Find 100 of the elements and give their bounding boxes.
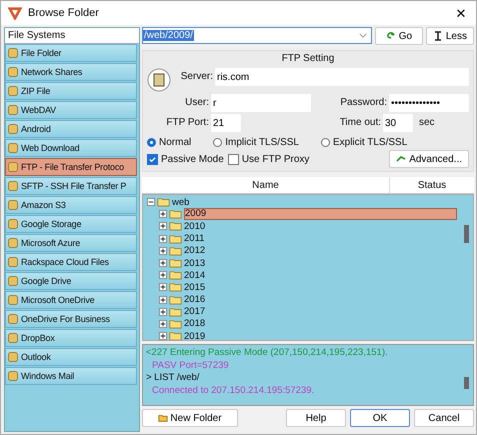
sidebar-item[interactable]: OneDrive For Business xyxy=(5,310,137,328)
tree-item[interactable]: 2013 xyxy=(143,256,457,270)
service-icon xyxy=(7,199,19,211)
field-label: Password: xyxy=(339,96,387,108)
new-folder-button[interactable]: New Folder xyxy=(142,409,238,427)
port-field[interactable]: 21 xyxy=(211,114,241,132)
option-checkbox[interactable]: Passive Mode xyxy=(147,154,224,164)
window-title: Browse Folder xyxy=(28,7,100,19)
tree-item[interactable]: 2012 xyxy=(143,244,457,257)
expand-toggle-icon[interactable] xyxy=(159,259,167,268)
tree-item[interactable]: 2017 xyxy=(143,306,457,318)
column-header[interactable]: Status xyxy=(390,177,474,193)
folder-icon xyxy=(169,258,182,268)
service-icon xyxy=(7,313,19,325)
help-button[interactable]: Help xyxy=(286,409,346,427)
sidebar-item[interactable]: Microsoft Azure xyxy=(5,234,137,252)
dropdown-caret-icon[interactable] xyxy=(358,33,367,38)
sidebar-item[interactable]: Windows Mail xyxy=(5,367,137,385)
log-line: Connected to 207.150.214.195:57239. xyxy=(151,384,314,397)
sidebar-item[interactable]: Network Shares xyxy=(5,63,137,81)
tree-item[interactable]: 2019 xyxy=(143,330,457,340)
log-line: PASV Port=57239 xyxy=(151,360,229,372)
sidebar-item[interactable]: DropBox xyxy=(5,329,137,347)
checkbox-icon[interactable] xyxy=(228,154,239,164)
tree-item[interactable]: 2011 xyxy=(143,232,457,245)
mode-radio[interactable]: Normal xyxy=(147,137,192,148)
sidebar-item[interactable]: ZIP File xyxy=(5,82,137,100)
tree-item[interactable]: 2014 xyxy=(143,269,457,282)
scrollbar-thumb[interactable] xyxy=(464,377,469,389)
folder-icon xyxy=(158,413,168,423)
option-checkbox[interactable]: Use FTP Proxy xyxy=(228,154,310,164)
column-header[interactable]: Name xyxy=(142,177,390,193)
sidebar-item[interactable]: SFTP - SSH File Transfer P xyxy=(5,177,137,195)
expand-toggle-icon[interactable] xyxy=(159,234,167,243)
radio-dot-icon[interactable] xyxy=(213,138,222,147)
folder-icon xyxy=(169,246,182,256)
tree-item[interactable]: web xyxy=(143,196,457,208)
sidebar-item[interactable]: Google Storage xyxy=(5,215,137,233)
expand-toggle-icon[interactable] xyxy=(159,283,167,292)
folder-icon xyxy=(169,209,182,220)
close-button[interactable]: ✕ xyxy=(446,1,476,25)
expand-toggle-icon[interactable] xyxy=(159,271,167,280)
sidebar-item[interactable]: Android xyxy=(5,120,137,138)
service-icon xyxy=(7,161,19,173)
collapse-toggle-icon[interactable] xyxy=(147,198,155,206)
sidebar-item[interactable]: File Folder xyxy=(5,44,137,62)
app-logo-icon xyxy=(8,6,22,20)
expand-toggle-icon[interactable] xyxy=(159,246,167,255)
password-field[interactable]: •••••••••••••• xyxy=(389,94,469,112)
folder-icon xyxy=(169,234,182,244)
field-label: FTP Port: xyxy=(165,116,209,128)
timeout-field[interactable]: 30 xyxy=(383,114,413,132)
checkbox-icon[interactable] xyxy=(147,154,158,164)
service-icon xyxy=(7,66,19,78)
mode-radio[interactable]: Explicit TLS/SSL xyxy=(320,137,408,148)
folder-icon xyxy=(169,282,182,292)
tree-item[interactable]: 2015 xyxy=(143,281,457,294)
expand-toggle-icon[interactable] xyxy=(159,210,167,218)
tree-item[interactable]: 2016 xyxy=(143,294,457,306)
sidebar-item[interactable]: Web Download xyxy=(5,139,137,157)
go-button[interactable]: Go xyxy=(374,27,423,45)
ok-button[interactable]: OK xyxy=(350,409,410,427)
radio-dot-icon[interactable] xyxy=(320,138,330,147)
folder-icon xyxy=(169,270,182,280)
sidebar-item[interactable]: Microsoft OneDrive xyxy=(5,291,137,309)
field-label: Time out: xyxy=(338,116,381,128)
service-icon xyxy=(7,47,19,59)
sidebar-item[interactable]: Outlook xyxy=(5,348,137,366)
expand-toggle-icon[interactable] xyxy=(159,320,167,328)
sidebar-item[interactable]: Amazon S3 xyxy=(5,196,137,214)
unit-label: sec xyxy=(419,116,435,128)
advanced-button[interactable]: Advanced... xyxy=(389,150,469,168)
service-icon xyxy=(7,332,19,344)
expand-toggle-icon[interactable] xyxy=(159,308,167,316)
tree-item[interactable]: 2018 xyxy=(143,318,457,330)
sidebar-item[interactable]: Google Drive xyxy=(5,272,137,290)
less-button[interactable]: Less xyxy=(426,27,474,45)
expand-toggle-icon[interactable] xyxy=(159,332,167,340)
service-icon xyxy=(7,351,19,363)
service-icon xyxy=(7,123,19,135)
mode-radio[interactable]: Implicit TLS/SSL xyxy=(213,137,299,148)
cancel-button[interactable]: Cancel xyxy=(414,409,474,427)
scrollbar-thumb[interactable] xyxy=(464,225,469,243)
service-icon xyxy=(7,237,19,249)
sidebar-item[interactable]: FTP - File Transfer Protoco xyxy=(5,158,137,176)
user-field[interactable]: r xyxy=(211,94,311,112)
expand-toggle-icon[interactable] xyxy=(159,222,167,230)
radio-dot-icon[interactable] xyxy=(147,138,156,147)
sidebar-item[interactable]: Rackspace Cloud Files xyxy=(5,253,137,271)
path-field[interactable]: /web/2009/ xyxy=(142,27,372,44)
folder-icon xyxy=(169,306,182,317)
service-icon xyxy=(7,294,19,306)
folder-icon xyxy=(169,294,182,305)
sidebar-item[interactable]: WebDAV xyxy=(5,101,137,119)
service-icon xyxy=(7,275,19,287)
expand-toggle-icon[interactable] xyxy=(159,296,167,304)
server-field[interactable]: ris.com xyxy=(215,68,469,86)
service-icon xyxy=(7,256,19,268)
field-label: User: xyxy=(184,96,209,108)
tree-item[interactable]: 2010 xyxy=(143,220,457,233)
